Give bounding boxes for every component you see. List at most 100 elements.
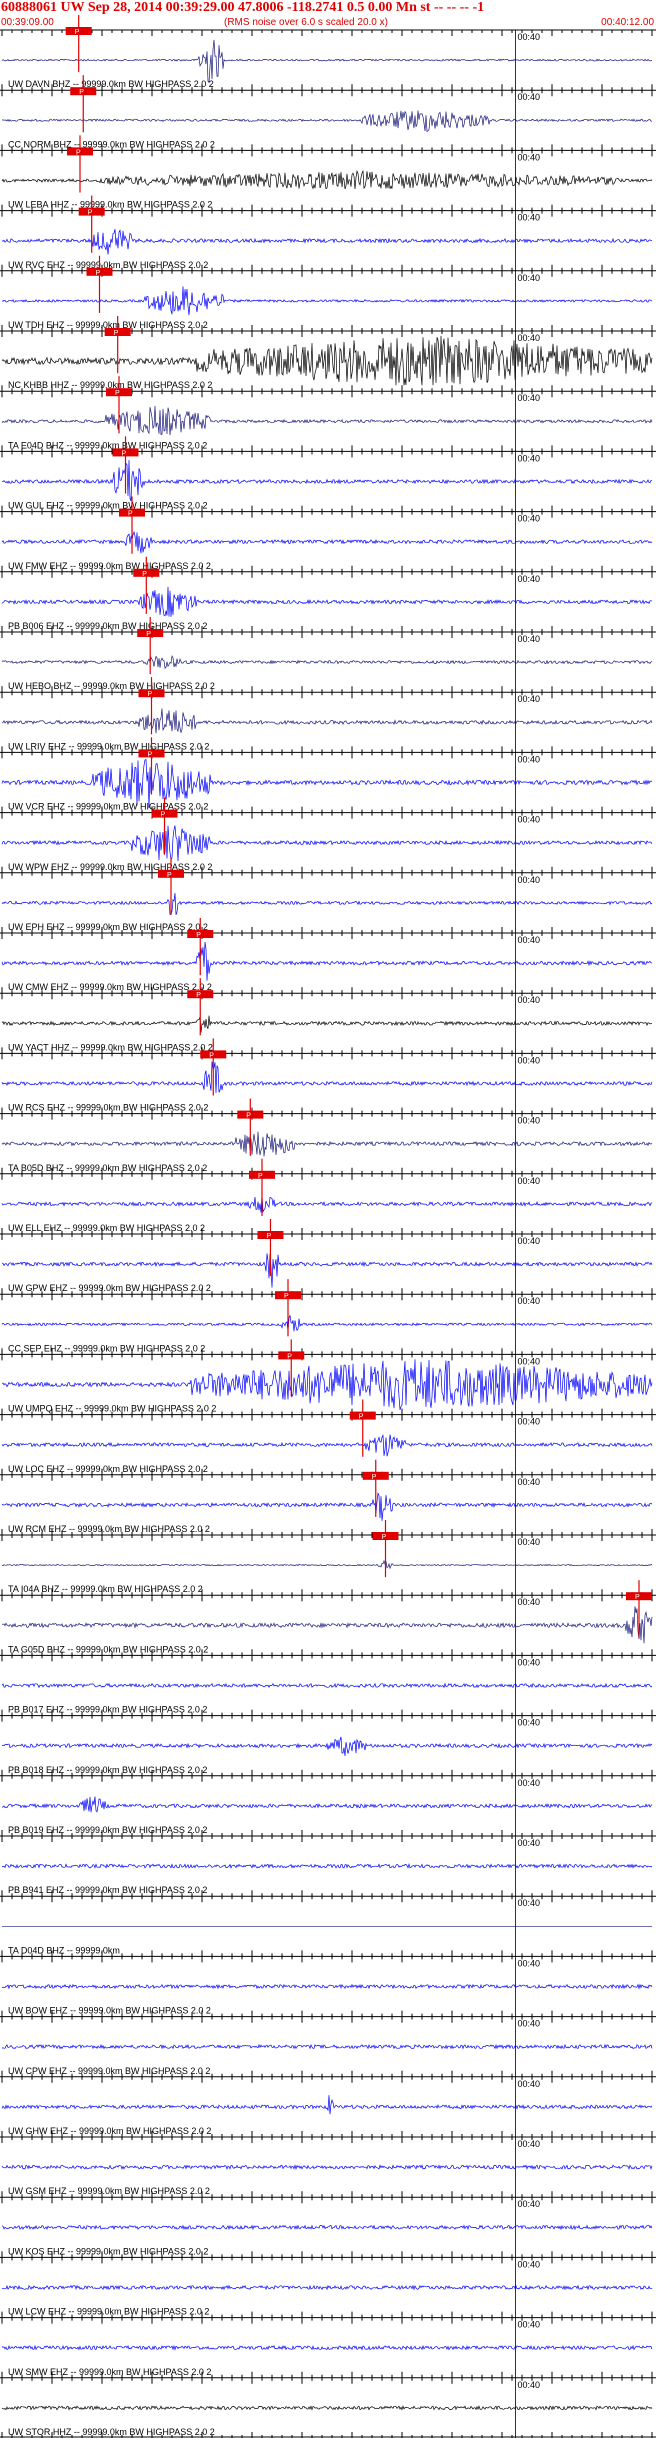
trace-label: PB B017 EHZ -- 99999.0km BW HIGHPASS 2.0… — [8, 1705, 207, 1715]
waveform-trace — [1, 1194, 653, 1213]
pick-marker-label: P — [79, 89, 84, 96]
time-marker-label: 00:40 — [518, 333, 541, 343]
waveform-trace — [1, 530, 653, 554]
trace-label: UW EPH EHZ -- 99999.0km BW HIGHPASS 2.0 … — [8, 922, 208, 932]
time-marker-label: 00:40 — [518, 1417, 541, 1427]
waveform-trace — [1, 110, 653, 133]
waveform-trace — [1, 1736, 653, 1757]
time-marker-label: 00:40 — [518, 1477, 541, 1487]
pick-marker-label: P — [196, 992, 201, 999]
pick-marker-label: P — [167, 872, 172, 879]
trace-label: UW CPW EHZ -- 99999.0km BW HIGHPASS 2.0 … — [8, 2066, 210, 2076]
trace-label: PB B018 EHZ -- 99999.0km BW HIGHPASS 2.0… — [8, 1765, 207, 1775]
trace-label: TA E04D BHZ -- 99999.0km BW HIGHPASS 2.0… — [8, 440, 207, 450]
trace-label: TA D04D BHZ -- 99999.0km — [8, 1945, 120, 1955]
time-marker-label: 00:40 — [518, 32, 541, 42]
time-marker-label: 00:40 — [518, 754, 541, 764]
pick-marker-label: P — [96, 270, 101, 277]
trace-label: UW VCR EHZ -- 99999.0km BW HIGHPASS 2.0 … — [8, 802, 208, 812]
waveform-trace — [1, 825, 653, 862]
pick-marker-label: P — [287, 1353, 292, 1360]
waveform-trace — [1, 1434, 653, 1457]
time-marker-label: 00:40 — [518, 1838, 541, 1848]
waveform-trace — [1, 1606, 653, 1644]
time-marker-label: 00:40 — [518, 694, 541, 704]
trace-label: CC NORM BHZ -- 99999.0km BW HIGHPASS 2.0… — [8, 139, 215, 149]
trace-label: UW FMW EHZ -- 99999.0km BW HIGHPASS 2.0 … — [8, 561, 211, 571]
time-marker-label: 00:40 — [518, 1296, 541, 1306]
trace-label: UW GPW EHZ -- 99999.0km BW HIGHPASS 2.0 … — [8, 1283, 211, 1293]
waveform-trace — [1, 1796, 653, 1813]
time-marker-label: 00:40 — [518, 1537, 541, 1547]
trace-label: TA B05D BHZ -- 99999.0km BW HIGHPASS 2.0… — [8, 1163, 207, 1173]
pick-marker-label: P — [148, 691, 153, 698]
waveform-trace — [1, 229, 653, 255]
time-marker-label: 00:40 — [518, 1718, 541, 1728]
time-marker-label: 00:40 — [518, 634, 541, 644]
time-marker-label: 00:40 — [518, 995, 541, 1005]
time-marker-label: 00:40 — [518, 1657, 541, 1667]
trace-label: UW RCM EHZ -- 99999.0km BW HIGHPASS 2.0 … — [8, 1524, 210, 1534]
trace-label: UW YACT HHZ -- 99999.0km BW HIGHPASS 2.0… — [8, 1042, 213, 1052]
trace-label: UW GUL EHZ -- 99999.0km BW HIGHPASS 2.0 … — [8, 501, 208, 511]
waveform-trace — [2, 1863, 653, 1869]
time-marker-label: 00:40 — [518, 1898, 541, 1908]
trace-label: CC SEP EHZ -- 99999.0km BW HIGHPASS 2.0 … — [8, 1343, 205, 1353]
time-marker-label: 00:40 — [518, 393, 541, 403]
trace-label: PB B019 EHZ -- 99999.0km BW HIGHPASS 2.0… — [8, 1825, 207, 1835]
pick-marker-label: P — [359, 1414, 364, 1421]
waveform-trace — [1, 708, 653, 734]
time-marker-label: 00:40 — [518, 152, 541, 162]
time-marker-label: 00:40 — [518, 514, 541, 524]
pick-marker-label: P — [115, 390, 120, 397]
pick-marker-label: P — [209, 1052, 214, 1059]
trace-label: UW ELL EHZ -- 99999.0km BW HIGHPASS 2.0 … — [8, 1223, 205, 1233]
waveform-trace — [1, 586, 653, 617]
pick-marker-label: P — [266, 1233, 271, 1240]
waveform-trace — [1, 1131, 653, 1157]
time-marker-label: 00:40 — [518, 1597, 541, 1607]
pick-marker-label: P — [284, 1293, 289, 1300]
waveform-trace — [1, 1061, 653, 1093]
waveform-trace — [1, 2043, 653, 2050]
waveform-trace — [1, 1983, 653, 1990]
waveform-trace — [1, 1315, 653, 1332]
waveform-trace — [1, 893, 653, 915]
time-marker-label: 00:40 — [518, 92, 541, 102]
time-marker-label: 00:40 — [518, 1116, 541, 1126]
waveform-trace — [1, 655, 653, 670]
trace-label: UW HEBO BHZ -- 99999.0km BW HIGHPASS 2.0… — [8, 681, 215, 691]
pick-marker-label: P — [88, 210, 93, 217]
waveform-trace — [1, 1015, 653, 1033]
time-marker-label: 00:40 — [518, 935, 541, 945]
pick-marker-label: P — [122, 450, 127, 457]
waveform-trace — [1, 169, 653, 190]
pick-marker-label: P — [142, 571, 147, 578]
pick-marker-label: P — [128, 511, 133, 518]
time-marker-label: 00:40 — [518, 574, 541, 584]
trace-label: UW UMPQ EHZ -- 99999.0km BW HIGHPASS 2.0… — [8, 1404, 216, 1414]
waveform-trace — [1, 460, 653, 501]
waveform-trace — [1, 405, 653, 436]
trace-label: TA G05D BHZ -- 99999.0km BW HIGHPASS 2.0… — [8, 1644, 208, 1654]
time-marker-label: 00:40 — [518, 1055, 541, 1065]
pick-marker-label: P — [635, 1594, 640, 1601]
pick-marker-label: P — [258, 1173, 263, 1180]
waveform-trace — [1, 2095, 653, 2115]
waveform-trace — [1, 39, 652, 84]
time-marker-label: 00:40 — [518, 1236, 541, 1246]
time-marker-label: 00:40 — [518, 213, 541, 223]
pick-marker-label: P — [114, 330, 119, 337]
trace-label: UW LEBA HHZ -- 99999.0km BW HIGHPASS 2.0… — [8, 200, 212, 210]
time-marker-label: 00:40 — [518, 1958, 541, 1968]
time-marker-label: 00:40 — [518, 2019, 541, 2029]
seismogram-plot: 00:40 UW DAVN BHZ -- 99999.0km BW HIGHPAS… — [0, 14, 656, 2438]
trace-label: TA I04A BHZ -- 99999.0km BW HIGHPASS 2.0… — [8, 1584, 203, 1594]
trace-label: UW RCS EHZ -- 99999.0km BW HIGHPASS 2.0 … — [8, 1103, 208, 1113]
waveform-trace — [1, 1359, 653, 1411]
pick-marker-label: P — [75, 29, 80, 36]
waveform-trace — [1, 1682, 653, 1689]
trace-label: UW BOW EHZ -- 99999.0km BW HIGHPASS 2.0 … — [8, 2006, 211, 2016]
time-marker-label: 00:40 — [518, 1176, 541, 1186]
time-marker-label: 00:40 — [518, 875, 541, 885]
